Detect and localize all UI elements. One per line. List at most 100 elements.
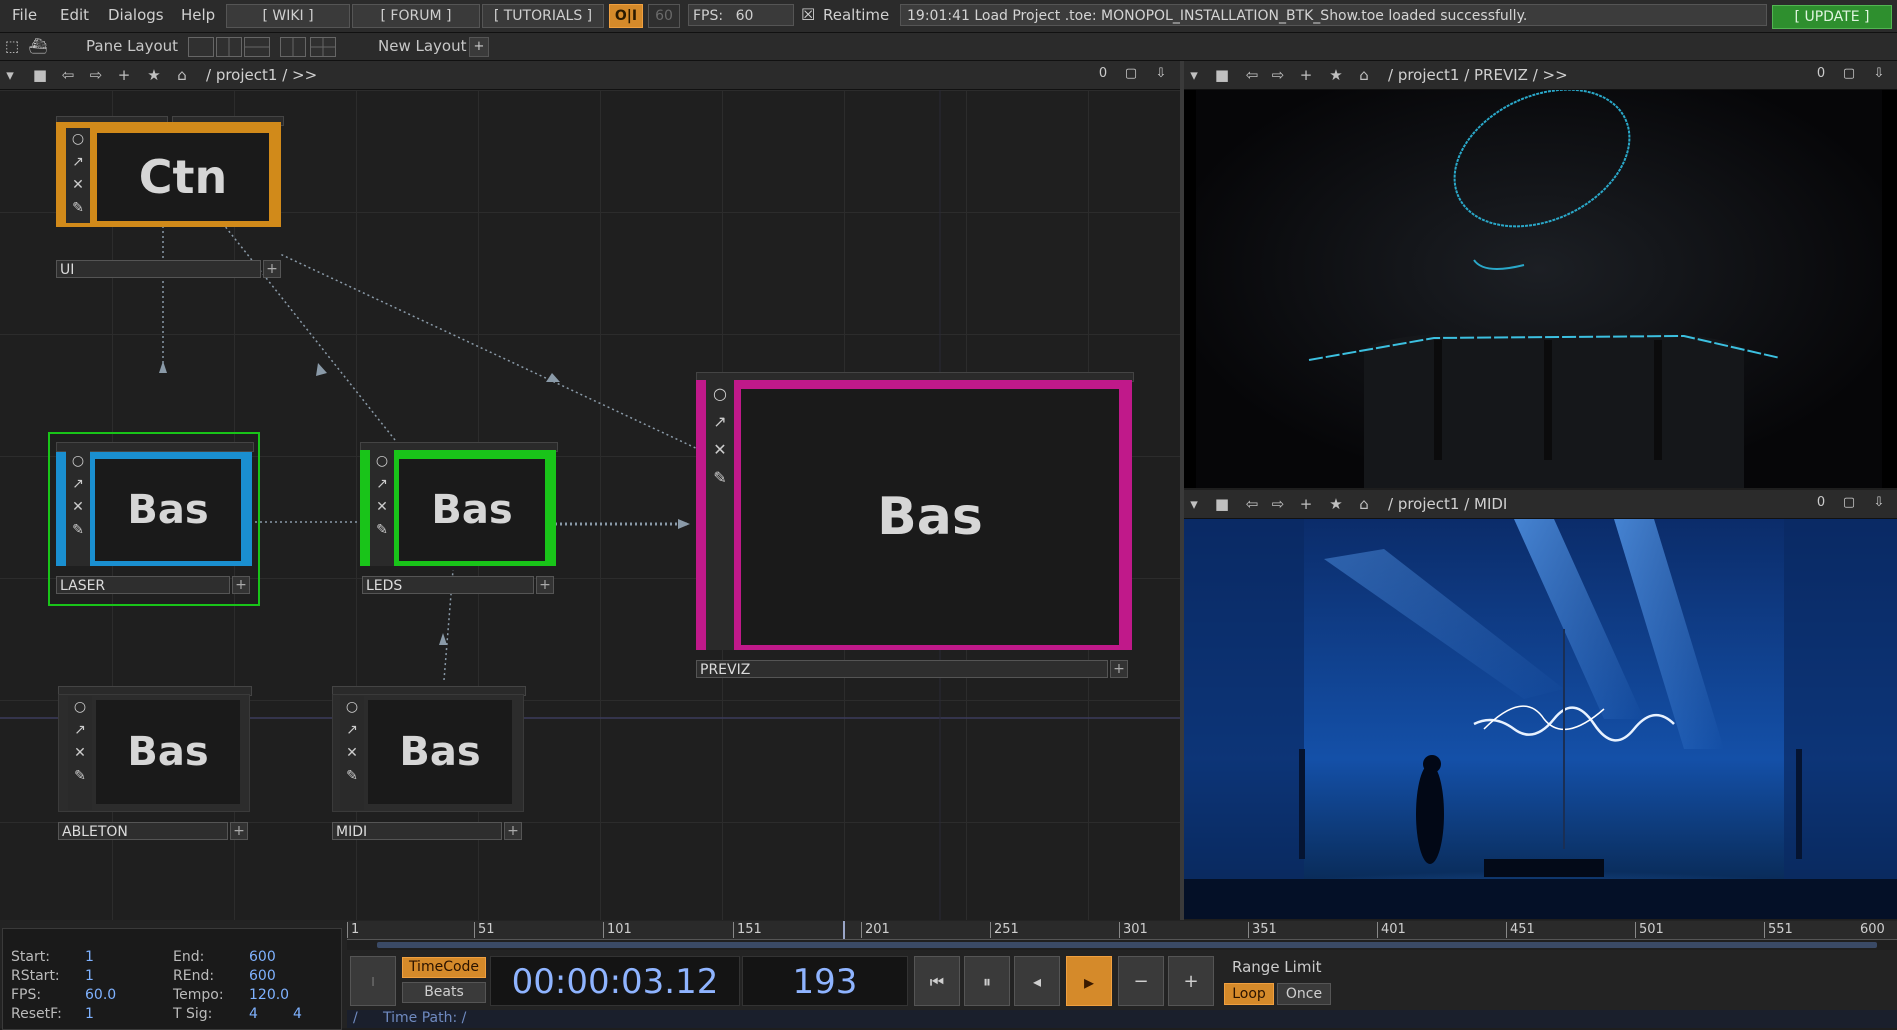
- download-icon[interactable]: ⇩: [1870, 65, 1888, 83]
- node-ableton-add[interactable]: +: [230, 822, 248, 840]
- forum-button[interactable]: [ FORUM ]: [352, 4, 480, 28]
- tsig-numerator[interactable]: 4: [249, 1006, 258, 1022]
- back-arrow-icon[interactable]: ⇦: [1242, 495, 1262, 513]
- once-toggle[interactable]: Once: [1277, 983, 1331, 1005]
- midi-path[interactable]: / project1 / MIDI: [1388, 495, 1507, 513]
- node-ableton-label[interactable]: ABLETON: [58, 822, 228, 840]
- update-button[interactable]: [ UPDATE ]: [1772, 5, 1892, 29]
- forward-arrow-icon[interactable]: ⇨: [1268, 495, 1288, 513]
- viewer-toggle-icon[interactable]: ○: [370, 450, 394, 473]
- previz-path[interactable]: / project1 / PREVIZ / >>: [1388, 66, 1568, 84]
- frame-display[interactable]: 193: [742, 956, 908, 1006]
- timecode-display[interactable]: 00:00:03.12: [490, 956, 740, 1006]
- bypass-icon[interactable]: ↗: [706, 408, 734, 436]
- delete-icon[interactable]: ✕: [370, 496, 394, 519]
- rstart-value[interactable]: 1: [85, 968, 94, 984]
- end-value[interactable]: 600: [249, 949, 276, 965]
- tsig-denominator[interactable]: 4: [293, 1006, 302, 1022]
- layout-split-vertical-icon[interactable]: [216, 37, 242, 57]
- delete-icon[interactable]: ✕: [340, 742, 364, 765]
- chevron-down-icon[interactable]: ▾: [1184, 66, 1204, 84]
- layout-split-horizontal-icon[interactable]: [244, 37, 270, 57]
- play-button[interactable]: ▸: [1066, 956, 1112, 1006]
- menu-help[interactable]: Help: [181, 6, 215, 24]
- start-value[interactable]: 1: [85, 949, 94, 965]
- node-leds-label[interactable]: LEDS: [362, 576, 534, 594]
- menu-file[interactable]: File: [12, 6, 37, 24]
- realtime-checkbox[interactable]: ☒: [801, 5, 815, 24]
- maximize-icon[interactable]: ▢: [1840, 65, 1858, 83]
- network-editor[interactable]: ○ ↗ ✕ ✎ Ctn UI + ○ ↗ ✕ ✎ Bas LASER + ○ ↗…: [0, 90, 1180, 920]
- layout-single-icon[interactable]: [188, 37, 214, 57]
- edit-icon[interactable]: ✎: [66, 519, 90, 542]
- delete-icon[interactable]: ✕: [66, 496, 90, 519]
- wiki-button[interactable]: [ WIKI ]: [226, 4, 350, 28]
- add-icon[interactable]: +: [114, 66, 134, 84]
- timecode-toggle[interactable]: TimeCode: [402, 957, 486, 978]
- stop-icon[interactable]: ■: [30, 66, 50, 84]
- rewind-button[interactable]: ⏮: [914, 956, 960, 1006]
- viewer-toggle-icon[interactable]: ○: [706, 380, 734, 408]
- chevron-down-icon[interactable]: ▾: [1184, 495, 1204, 513]
- bypass-icon[interactable]: ↗: [66, 473, 90, 496]
- forward-arrow-icon[interactable]: ⇨: [86, 66, 106, 84]
- node-previz-add[interactable]: +: [1110, 660, 1128, 678]
- bypass-icon[interactable]: ↗: [66, 151, 90, 174]
- edit-icon[interactable]: ✎: [370, 519, 394, 542]
- viewer-toggle-icon[interactable]: ○: [66, 450, 90, 473]
- node-ui-label[interactable]: UI: [56, 260, 261, 278]
- previz-viewer[interactable]: [1184, 90, 1897, 488]
- delete-icon[interactable]: ✕: [706, 436, 734, 464]
- add-icon[interactable]: +: [1296, 495, 1316, 513]
- new-layout-add-button[interactable]: +: [469, 37, 489, 57]
- stop-icon[interactable]: ■: [1212, 495, 1232, 513]
- node-leds-add[interactable]: +: [536, 576, 554, 594]
- network-path[interactable]: / project1 / >>: [206, 66, 317, 84]
- download-icon[interactable]: ⇩: [1152, 65, 1170, 83]
- tutorials-button[interactable]: [ TUTORIALS ]: [482, 4, 604, 28]
- layout-three-icon[interactable]: [280, 37, 306, 57]
- back-arrow-icon[interactable]: ⇦: [58, 66, 78, 84]
- chevron-down-icon[interactable]: ▾: [0, 66, 20, 84]
- timeline-side-button[interactable]: I: [350, 956, 396, 1006]
- stop-icon[interactable]: ■: [1212, 66, 1232, 84]
- node-laser-label[interactable]: LASER: [56, 576, 230, 594]
- pause-button[interactable]: ⏸: [964, 956, 1010, 1006]
- rend-value[interactable]: 600: [249, 968, 276, 984]
- node-midi-label[interactable]: MIDI: [332, 822, 502, 840]
- tempo-value[interactable]: 120.0: [249, 987, 289, 1003]
- bypass-icon[interactable]: ↗: [340, 719, 364, 742]
- loop-toggle[interactable]: Loop: [1224, 983, 1274, 1005]
- star-icon[interactable]: ★: [1326, 495, 1346, 513]
- step-back-button[interactable]: ◂: [1014, 956, 1060, 1006]
- delete-icon[interactable]: ✕: [66, 174, 90, 197]
- viewer-toggle-icon[interactable]: ○: [68, 696, 92, 719]
- edit-icon[interactable]: ✎: [68, 765, 92, 788]
- layout-quad-icon[interactable]: [310, 37, 336, 57]
- timeline-scrollbar[interactable]: [347, 940, 1897, 950]
- fps-cap-field[interactable]: 60: [648, 4, 680, 28]
- star-icon[interactable]: ★: [144, 66, 164, 84]
- delete-icon[interactable]: ✕: [68, 742, 92, 765]
- menu-edit[interactable]: Edit: [60, 6, 89, 24]
- fps-value[interactable]: 60.0: [85, 987, 116, 1003]
- panel-icon[interactable]: ⬚: [2, 37, 22, 55]
- back-arrow-icon[interactable]: ⇦: [1242, 66, 1262, 84]
- step-minus-button[interactable]: −: [1118, 956, 1164, 1006]
- time-path[interactable]: Time Path: /: [383, 1010, 466, 1026]
- edit-icon[interactable]: ✎: [340, 765, 364, 788]
- home-icon[interactable]: ⌂: [1354, 66, 1374, 84]
- timeline-ruler[interactable]: 1 51 101 151 201 251 301 351 401 451 501…: [347, 921, 1897, 940]
- boat-icon[interactable]: ⛴: [28, 37, 48, 55]
- edit-icon[interactable]: ✎: [706, 464, 734, 492]
- maximize-icon[interactable]: ▢: [1840, 494, 1858, 512]
- forward-arrow-icon[interactable]: ⇨: [1268, 66, 1288, 84]
- installation-photo-viewer[interactable]: [1184, 519, 1897, 919]
- download-icon[interactable]: ⇩: [1870, 494, 1888, 512]
- perform-mode-toggle[interactable]: O|I: [609, 4, 643, 28]
- bypass-icon[interactable]: ↗: [68, 719, 92, 742]
- node-midi-add[interactable]: +: [504, 822, 522, 840]
- home-icon[interactable]: ⌂: [172, 66, 192, 84]
- node-previz-label[interactable]: PREVIZ: [696, 660, 1108, 678]
- home-icon[interactable]: ⌂: [1354, 495, 1374, 513]
